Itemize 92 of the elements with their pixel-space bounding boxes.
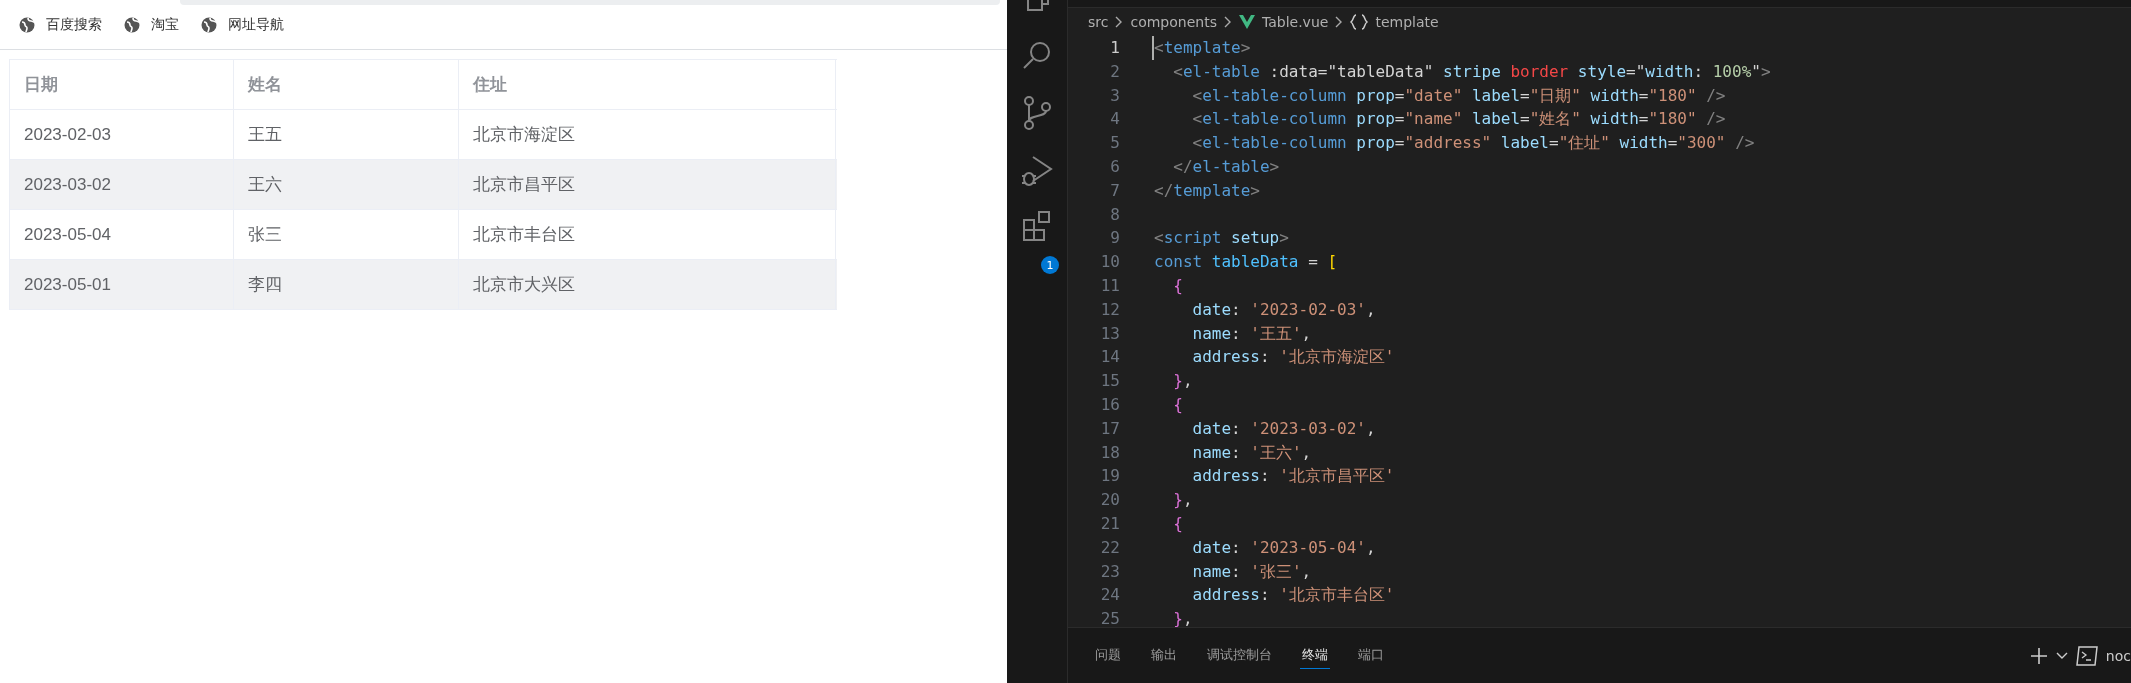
- run-debug-icon[interactable]: [1021, 154, 1053, 186]
- code-line: </el-table>: [1172, 156, 1280, 178]
- table-cell: 北京市丰台区: [459, 210, 836, 259]
- table-cell: 2023-05-01: [10, 260, 234, 309]
- code-line: },: [1172, 370, 1193, 393]
- breadcrumb-item[interactable]: components: [1130, 14, 1217, 30]
- globe-icon: [201, 16, 217, 33]
- chevron-right-icon: [1223, 16, 1232, 28]
- code-line: <template>: [1152, 36, 1251, 60]
- extensions-icon[interactable]: [1021, 210, 1053, 242]
- table-cell: 北京市昌平区: [459, 160, 836, 209]
- line-number: 5: [1109, 132, 1120, 155]
- line-number: 9: [1109, 227, 1120, 250]
- terminal-icon[interactable]: [2075, 645, 2098, 666]
- header-text: 日期: [24, 74, 58, 96]
- breadcrumb-item[interactable]: template: [1375, 14, 1439, 30]
- code-line: date: '2023-05-04',: [1191, 536, 1376, 559]
- chevron-down-icon[interactable]: [2055, 651, 2068, 660]
- code-line: {: [1172, 512, 1183, 535]
- code-line: {: [1172, 274, 1183, 297]
- terminal-name[interactable]: noc: [2105, 647, 2131, 664]
- code-line: date: '2023-02-03',: [1191, 298, 1376, 321]
- breadcrumb-item[interactable]: src: [1088, 14, 1109, 30]
- code-line: name: '王六',: [1191, 441, 1312, 464]
- table-cell: 王六: [234, 160, 459, 209]
- code-line: <el-table-column prop="address" label="住址" width="300" />: [1191, 132, 1755, 155]
- code-line: },: [1172, 489, 1193, 512]
- bookmark-link[interactable]: 淘宝: [151, 15, 179, 34]
- chevron-right-icon: [1115, 16, 1124, 28]
- line-number: 17: [1099, 417, 1120, 440]
- code-line: const tableData = [: [1154, 251, 1338, 274]
- line-number: 25: [1099, 608, 1120, 627]
- code-line: <el-table-column prop="name" label="姓名" width="180" />: [1191, 108, 1726, 131]
- line-number: 18: [1099, 441, 1120, 464]
- line-number: 4: [1109, 108, 1120, 131]
- code-line: {: [1172, 393, 1183, 416]
- line-number: 8: [1109, 203, 1120, 226]
- line-number: 20: [1099, 489, 1120, 512]
- bookmark-link[interactable]: 百度搜索: [46, 15, 102, 34]
- notification-badge: 1: [1041, 256, 1059, 274]
- code-line: name: '张三',: [1191, 560, 1312, 583]
- vue-logo-icon: [1238, 15, 1255, 29]
- code-line: address: '北京市昌平区': [1191, 465, 1395, 488]
- panel-tab[interactable]: 终端: [1300, 642, 1330, 669]
- header-text: 住址: [473, 74, 507, 96]
- chevron-right-icon: [1335, 16, 1344, 28]
- branch-icon[interactable]: [1021, 96, 1053, 130]
- table-cell: 李四: [234, 260, 459, 309]
- code-line: <script setup>: [1154, 227, 1289, 250]
- braces-icon: [1350, 14, 1369, 30]
- table-cell: 2023-05-04: [10, 210, 234, 259]
- table-cell: 2023-02-03: [10, 110, 234, 159]
- bookmark-link[interactable]: 网址导航: [228, 15, 284, 34]
- table-cell: 北京市海淀区: [459, 110, 836, 159]
- code-line: name: '王五',: [1191, 322, 1312, 345]
- breadcrumb-item[interactable]: Table.vue: [1261, 14, 1329, 30]
- line-number: 14: [1099, 346, 1120, 369]
- line-number: 19: [1099, 465, 1120, 488]
- code-line: </template>: [1154, 179, 1260, 202]
- code-line: <el-table-column prop="date" label="日期" width="180" />: [1191, 84, 1726, 107]
- panel-tab[interactable]: 输出: [1149, 642, 1179, 669]
- code-line: },: [1172, 608, 1193, 627]
- line-number: 3: [1109, 84, 1120, 107]
- table-cell: 北京市大兴区: [459, 260, 836, 309]
- line-number: 11: [1099, 274, 1120, 297]
- line-number: 7: [1109, 179, 1120, 202]
- code-line: <el-table :data="tableData" stripe border style="width: 100%">: [1172, 60, 1771, 83]
- line-number: 16: [1099, 393, 1120, 416]
- line-number: 15: [1099, 370, 1120, 393]
- line-number: 2: [1109, 60, 1120, 83]
- panel-tab[interactable]: 端口: [1356, 642, 1386, 669]
- globe-icon: [124, 16, 140, 33]
- table-cell: 张三: [234, 210, 459, 259]
- plus-icon[interactable]: [2029, 646, 2048, 665]
- line-number: 1: [1109, 37, 1120, 59]
- line-number: 23: [1099, 560, 1120, 583]
- line-number: 13: [1099, 322, 1120, 345]
- code-line: address: '北京市丰台区': [1191, 584, 1395, 607]
- code-line: address: '北京市海淀区': [1191, 346, 1395, 369]
- code-line: date: '2023-03-02',: [1191, 417, 1376, 440]
- line-number: 10: [1099, 251, 1120, 274]
- header-text: 姓名: [248, 74, 282, 96]
- table-cell: 王五: [234, 110, 459, 159]
- line-number: 22: [1099, 536, 1120, 559]
- panel-tab[interactable]: 调试控制台: [1205, 642, 1274, 669]
- line-number: 12: [1099, 298, 1120, 321]
- line-number: 21: [1099, 512, 1120, 535]
- globe-icon: [19, 16, 35, 33]
- table-cell: 2023-03-02: [10, 160, 234, 209]
- line-number: 6: [1109, 156, 1120, 178]
- line-number: 24: [1099, 584, 1120, 607]
- panel-tab[interactable]: 问题: [1093, 642, 1123, 669]
